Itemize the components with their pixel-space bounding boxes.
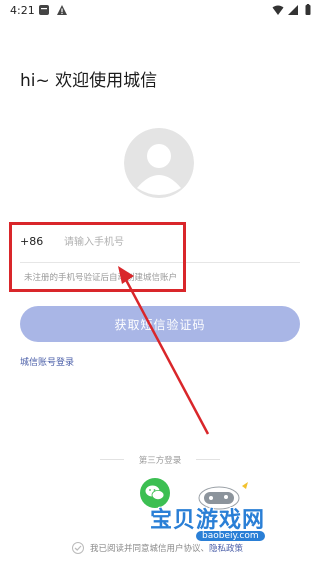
default-avatar-icon (124, 128, 194, 198)
avatar (124, 128, 194, 198)
watermark-text: 宝贝游戏网 (150, 508, 266, 533)
third-party-label: 第三方登录 (138, 456, 182, 466)
battery-icon (305, 4, 311, 15)
check-icon (74, 545, 82, 551)
wifi-icon (272, 5, 284, 15)
warning-icon (57, 5, 67, 15)
annotation-highlight-box (9, 222, 186, 292)
divider-left (100, 459, 124, 460)
account-login-link[interactable]: 城信账号登录 (20, 355, 74, 368)
watermark-url: baobeiy.com (196, 531, 265, 541)
status-time: 4:21 (10, 4, 35, 17)
welcome-title: hi~ 欢迎使用城信 (20, 71, 158, 91)
status-bar: 4:21 (0, 0, 320, 22)
get-sms-code-button[interactable]: 获取短信验证码 (20, 306, 300, 342)
notification-icon (39, 5, 49, 15)
signal-icon (288, 5, 298, 15)
agreement-checkbox[interactable] (72, 542, 84, 554)
divider-right (196, 459, 220, 460)
